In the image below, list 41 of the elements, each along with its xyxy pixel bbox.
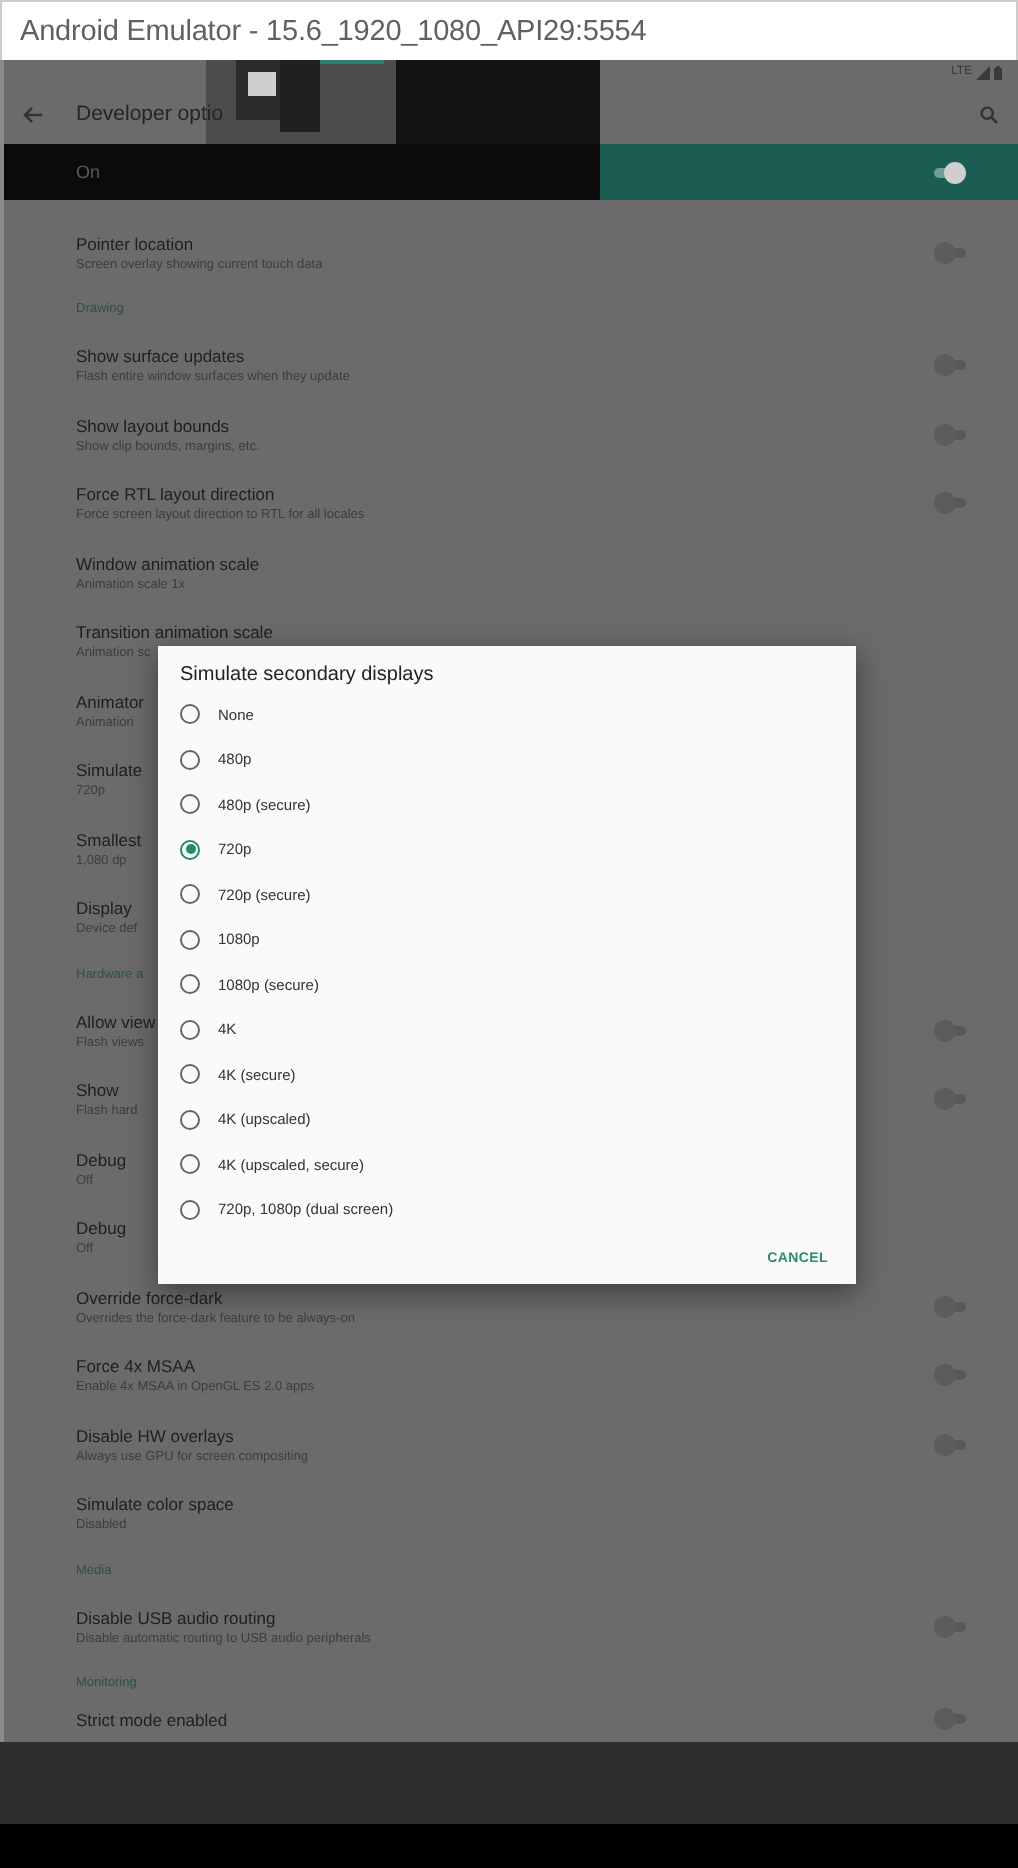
setting-title[interactable]: Animator [76,691,145,712]
search-icon[interactable] [980,105,998,123]
radio-button[interactable] [180,974,200,995]
setting-title[interactable]: Smallest [76,829,142,850]
setting-title[interactable]: Show surface updates [76,346,245,367]
radio-button[interactable] [180,884,200,905]
radio-button[interactable] [180,1064,200,1085]
radio-button[interactable] [180,1199,200,1220]
setting-title[interactable]: Override force-dark [76,1287,223,1308]
setting-title[interactable]: Simulate color space [76,1494,234,1515]
screen-title: Developer optio [76,102,226,126]
radio-button[interactable] [180,1154,200,1175]
setting-title[interactable]: Simulate [76,760,143,781]
radio-button[interactable] [180,839,200,860]
window-title: Android Emulator - 15.6_1920_1080_API29:5554 [20,15,647,47]
setting-title[interactable]: Disable USB audio routing [76,1607,276,1628]
setting-title[interactable]: Strict mode enabled [76,1709,228,1729]
setting-title[interactable]: Force RTL layout direction [76,484,275,505]
signal-icon [976,65,990,79]
radio-button[interactable] [180,1109,200,1130]
setting-title[interactable]: Show [76,1080,119,1101]
setting-title[interactable]: Debug [76,1218,127,1239]
setting-title[interactable]: Debug [76,1149,127,1170]
radio-button[interactable] [180,704,200,725]
toggle-switch[interactable] [930,161,966,183]
radio-button[interactable] [180,1019,200,1040]
setting-title[interactable]: Window animation scale [76,553,260,574]
radio-button[interactable] [180,929,200,950]
setting-title[interactable]: Display [76,898,132,919]
dialog-title: Simulate secondary displays [180,664,434,686]
radio-button[interactable] [180,749,200,770]
switch-label: On [76,162,103,182]
setting-title[interactable]: Transition animation scale [76,622,273,643]
setting-title[interactable]: Pointer location [76,233,194,254]
setting-title[interactable]: Show layout bounds [76,415,230,436]
battery-icon [994,65,1002,79]
setting-title[interactable]: Force 4x MSAA [76,1356,196,1377]
setting-title[interactable]: Allow view [76,1011,156,1032]
radio-button[interactable] [180,794,200,815]
back-arrow-icon[interactable] [22,105,42,123]
setting-title[interactable]: Disable HW overlays [76,1425,234,1446]
